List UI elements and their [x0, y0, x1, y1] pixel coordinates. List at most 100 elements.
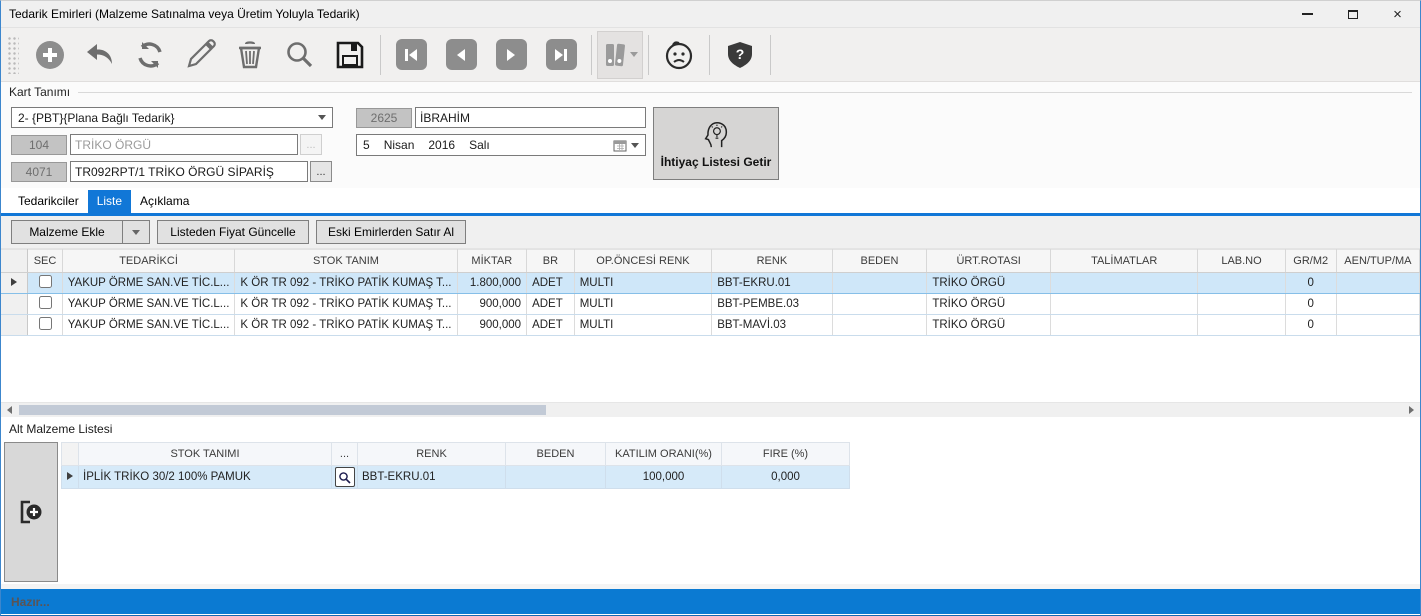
title-bar: Tedarik Emirleri (Malzeme Satınalma veya…: [1, 1, 1420, 28]
trash-icon: [234, 39, 266, 71]
toolbar-separator: [770, 35, 771, 75]
maximize-button[interactable]: [1330, 1, 1375, 27]
cell-miktar: 1.800,000: [457, 273, 527, 294]
personel-input[interactable]: İBRAHİM: [415, 107, 646, 128]
table-row[interactable]: YAKUP ÖRME SAN.VE TİC.L... K ÖR TR 092 -…: [1, 315, 1420, 336]
siparis-code-field: 4071: [11, 162, 67, 182]
toolbar-separator: [648, 35, 649, 75]
nav-last-button[interactable]: [536, 32, 586, 78]
undo-button[interactable]: [75, 32, 125, 78]
table-row[interactable]: YAKUP ÖRME SAN.VE TİC.L... K ÖR TR 092 -…: [1, 294, 1420, 315]
magnifier-small-icon: [338, 471, 351, 484]
personel-code-field: 2625: [356, 108, 412, 128]
column-header-tedarikci[interactable]: TEDARİKCİ: [62, 250, 235, 273]
cell-br: ADET: [527, 315, 575, 336]
kart-tanimi-section: Kart Tanımı 2- {PBT}{Plana Bağlı Tedarik…: [1, 82, 1420, 188]
column-header-op-oncesi-renk[interactable]: OP.ÖNCESİ RENK: [574, 250, 711, 273]
undo-arrow-icon: [84, 40, 116, 70]
delete-button[interactable]: [225, 32, 275, 78]
row-indicator-header: [1, 250, 28, 273]
scrollbar-thumb[interactable]: [19, 405, 546, 415]
nav-previous-button[interactable]: [436, 32, 486, 78]
siparis-input[interactable]: TR092RPT/1 TRİKO ÖRGÜ SİPARİŞ: [70, 161, 308, 182]
date-day: 5: [363, 138, 370, 152]
feedback-button[interactable]: [654, 32, 704, 78]
eski-emirlerden-satir-al-button[interactable]: Eski Emirlerden Satır Al: [316, 220, 466, 244]
malzeme-ekle-split-button[interactable]: Malzeme Ekle: [11, 220, 150, 244]
row-select-checkbox[interactable]: [39, 317, 52, 330]
scroll-right-arrow-icon[interactable]: [1409, 406, 1414, 414]
row-search-button[interactable]: [335, 467, 355, 487]
horizontal-scrollbar[interactable]: [1, 402, 1420, 417]
column-header-stok-tanim[interactable]: STOK TANIM: [235, 250, 457, 273]
cell-gr-m2: 0: [1285, 294, 1336, 315]
column-header-browse[interactable]: ...: [332, 443, 358, 466]
search-button[interactable]: [275, 32, 325, 78]
cell-lab-no: [1198, 273, 1285, 294]
archive-button[interactable]: [597, 31, 643, 79]
column-header-lab-no[interactable]: LAB.NO: [1198, 250, 1285, 273]
column-header-miktar[interactable]: MİKTAR: [457, 250, 527, 273]
cell-talimatlar: [1051, 315, 1198, 336]
toolbar-separator: [709, 35, 710, 75]
add-record-button[interactable]: [25, 32, 75, 78]
toolbar-grip[interactable]: [7, 36, 19, 74]
column-header-talimatlar[interactable]: TALİMATLAR: [1051, 250, 1198, 273]
add-sub-material-button[interactable]: [4, 442, 58, 582]
sad-face-icon: [663, 39, 695, 71]
listeden-fiyat-guncelle-button[interactable]: Listeden Fiyat Güncelle: [157, 220, 309, 244]
malzeme-ekle-button[interactable]: Malzeme Ekle: [11, 220, 123, 244]
calendar-icon: [613, 139, 627, 152]
scroll-left-arrow-icon[interactable]: [7, 406, 12, 414]
cell-renk: BBT-EKRU.01: [712, 273, 832, 294]
nav-first-button[interactable]: [386, 32, 436, 78]
cell-miktar: 900,000: [457, 294, 527, 315]
floppy-disk-icon: [334, 39, 366, 71]
alt-malzeme-listesi-label: Alt Malzeme Listesi: [9, 422, 112, 436]
close-button[interactable]: ×: [1375, 1, 1420, 27]
column-header-urt-rotasi[interactable]: ÜRT.ROTASI: [927, 250, 1051, 273]
cell-br: ADET: [527, 273, 575, 294]
column-header-renk[interactable]: RENK: [358, 443, 506, 466]
save-button[interactable]: [325, 32, 375, 78]
edit-button[interactable]: [175, 32, 225, 78]
column-header-gr-m2[interactable]: GR/M2: [1285, 250, 1336, 273]
row-select-checkbox[interactable]: [39, 296, 52, 309]
column-header-sec[interactable]: SEC: [28, 250, 62, 273]
cell-talimatlar: [1051, 294, 1198, 315]
minimize-button[interactable]: [1285, 1, 1330, 27]
nav-next-button[interactable]: [486, 32, 536, 78]
help-button[interactable]: ?: [715, 32, 765, 78]
window-controls: ×: [1285, 1, 1420, 27]
column-header-beden[interactable]: BEDEN: [832, 250, 927, 273]
tab-aciklama[interactable]: Açıklama: [131, 190, 198, 213]
minimize-icon: [1302, 13, 1313, 15]
column-header-stok-tanimi[interactable]: STOK TANIMI: [79, 443, 332, 466]
column-header-katilim-orani[interactable]: KATILIM ORANI(%): [606, 443, 722, 466]
table-row[interactable]: YAKUP ÖRME SAN.VE TİC.L... K ÖR TR 092 -…: [1, 273, 1420, 294]
column-header-br[interactable]: BR: [527, 250, 575, 273]
ihtiyac-listesi-getir-button[interactable]: İhtiyaç Listesi Getir: [653, 107, 779, 180]
refresh-button[interactable]: [125, 32, 175, 78]
refresh-icon: [134, 39, 166, 71]
row-select-checkbox[interactable]: [39, 275, 52, 288]
date-picker[interactable]: 5 Nisan 2016 Salı: [356, 134, 646, 156]
cell-lab-no: [1198, 294, 1285, 315]
tab-liste[interactable]: Liste: [88, 190, 131, 213]
cell-renk: BBT-PEMBE.03: [712, 294, 832, 315]
tedarik-tipi-select[interactable]: 2- {PBT}{Plana Bağlı Tedarik}: [11, 107, 333, 128]
rota-input[interactable]: TRİKO ÖRGÜ: [70, 134, 298, 155]
cell-tedarikci: YAKUP ÖRME SAN.VE TİC.L...: [62, 294, 235, 315]
ihtiyac-button-label: İhtiyaç Listesi Getir: [661, 155, 772, 169]
malzeme-ekle-dropdown[interactable]: [123, 220, 150, 244]
siparis-browse-button[interactable]: ...: [310, 161, 332, 182]
column-header-fire[interactable]: FIRE (%): [722, 443, 850, 466]
app-window: Tedarik Emirleri (Malzeme Satınalma veya…: [0, 0, 1421, 616]
tab-tedarikciler[interactable]: Tedarikciler: [9, 190, 88, 213]
column-header-beden[interactable]: BEDEN: [506, 443, 606, 466]
row-indicator-header: [62, 443, 79, 466]
table-row[interactable]: İPLİK TRİKO 30/2 100% PAMUK BBT-EKRU.01 …: [62, 466, 850, 489]
column-header-aen-tup-ma[interactable]: AEN/TUP/MA: [1336, 250, 1419, 273]
cell-op-oncesi-renk: MULTI: [574, 294, 711, 315]
column-header-renk[interactable]: RENK: [712, 250, 832, 273]
